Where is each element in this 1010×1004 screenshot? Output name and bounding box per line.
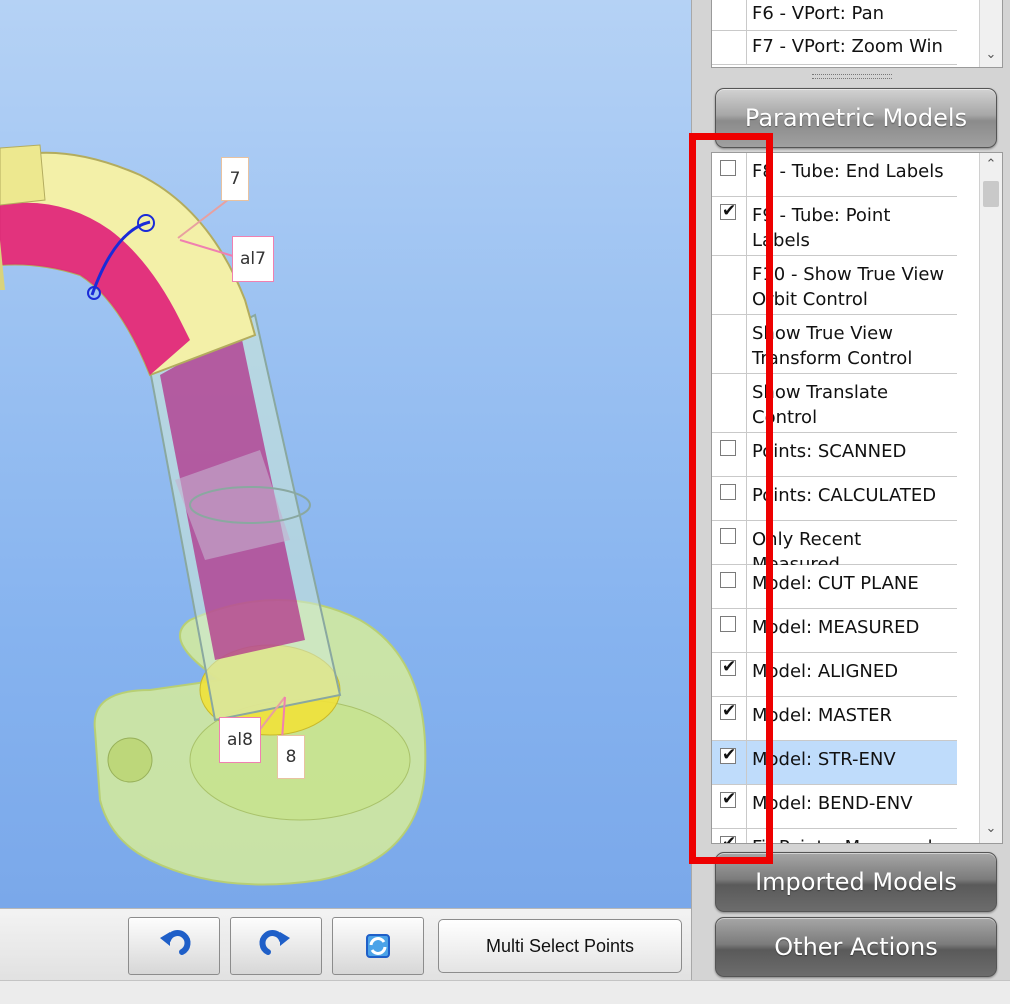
redo-arrow-icon (259, 930, 290, 955)
refresh-icon (366, 934, 390, 958)
model-list-item-label: F8 - Tube: End Labels (752, 161, 944, 182)
empty-checkbox-cell (712, 0, 747, 30)
scrollbar-thumb[interactable] (983, 181, 999, 207)
model-list-item-label: Model: MEASURED (752, 617, 920, 638)
bottom-toolbar: Multi Select Points (0, 908, 691, 981)
model-list-item-label: Show Translate Control (752, 382, 889, 428)
model-list-item-label: Points: CALCULATED (752, 485, 937, 506)
3d-viewport[interactable]: 7 al7 al8 8 (0, 0, 691, 908)
chevron-down-icon[interactable]: ⌄ (980, 45, 1002, 65)
other-actions-button[interactable]: Other Actions (715, 917, 997, 977)
list-item[interactable]: F7 - VPort: Zoom Win (712, 31, 957, 65)
list-item[interactable]: F6 - VPort: Pan (712, 0, 957, 31)
model-list-item-label: Model: MASTER (752, 705, 892, 726)
model-list-item-label: Show True View Transform Control (752, 323, 913, 369)
model-list-item-label: F10 - Show True View Orbit Control (752, 264, 945, 310)
undo-button[interactable] (128, 917, 220, 975)
viewport-commands-list[interactable]: F6 - VPort: Pan F7 - VPort: Zoom Win ⌄ (711, 0, 1003, 68)
model-list-item-label: Model: CUT PLANE (752, 573, 919, 594)
model-list-item-label: Points: SCANNED (752, 441, 907, 462)
tube-model-render[interactable] (0, 0, 691, 908)
refresh-button[interactable] (332, 917, 424, 975)
callout-al8[interactable]: al8 (219, 717, 261, 763)
bend-segment (0, 144, 257, 377)
splitter-grip[interactable] (812, 74, 892, 79)
model-list-item-label: F9 - Tube: Point Labels (752, 205, 891, 251)
list-item-label: F6 - VPort: Pan (752, 3, 885, 24)
callout-7[interactable]: 7 (221, 157, 249, 201)
straight-segment (148, 313, 342, 722)
model-list-item-label: Model: ALIGNED (752, 661, 899, 682)
list-item-label: F7 - VPort: Zoom Win (752, 36, 943, 57)
callout-al7[interactable]: al7 (232, 236, 274, 282)
scrollbar[interactable]: ⌃ ⌄ (979, 153, 1002, 843)
model-list-item-label: Model: STR-ENV (752, 749, 896, 770)
callout-8[interactable]: 8 (277, 735, 305, 779)
multi-select-points-button[interactable]: Multi Select Points (438, 919, 682, 973)
undo-arrow-icon (160, 930, 191, 955)
status-bar (0, 980, 1010, 1004)
empty-checkbox-cell (712, 31, 747, 64)
chevron-down-icon[interactable]: ⌄ (980, 819, 1002, 839)
model-list-item-label: Fit Points: Measured (752, 835, 951, 843)
model-list-item-label: Model: BEND-ENV (752, 793, 913, 814)
red-highlight-box (689, 133, 773, 864)
redo-button[interactable] (230, 917, 322, 975)
scrollbar[interactable]: ⌄ (979, 0, 1002, 67)
chevron-up-icon[interactable]: ⌃ (980, 155, 1002, 175)
